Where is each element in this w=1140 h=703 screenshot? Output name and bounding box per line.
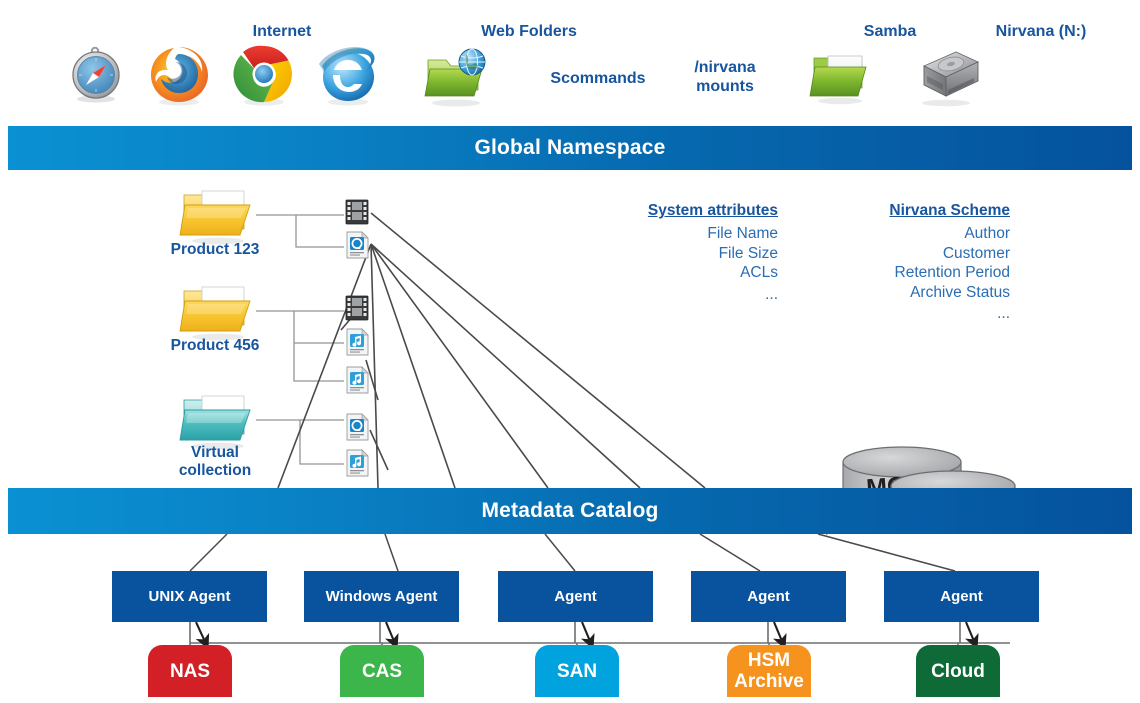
movie-file-icon[interactable] xyxy=(345,413,370,442)
attribute-item: Author xyxy=(964,225,1010,242)
storage-box-cas[interactable]: CAS xyxy=(340,645,424,697)
metadata-catalog-banner[interactable]: Metadata Catalog xyxy=(8,488,1132,534)
access-label-nirvana-drive: Nirvana (N:) xyxy=(995,23,1087,40)
agent-label: Agent xyxy=(554,588,597,605)
agent-box-windows[interactable]: Windows Agent xyxy=(304,571,459,622)
agent-box-4[interactable]: Agent xyxy=(691,571,846,622)
folder-icon-virtual-collection[interactable] xyxy=(178,390,258,452)
mp3-file-icon[interactable] xyxy=(345,449,370,478)
attribute-item: ACLs xyxy=(740,264,778,281)
global-namespace-banner[interactable]: Global Namespace xyxy=(8,126,1132,170)
virtual-collection-line2: collection xyxy=(178,462,252,479)
collection-label-virtual-collection: Virtual collection xyxy=(130,444,300,480)
storage-box-cloud[interactable]: Cloud xyxy=(916,645,1000,697)
agent-label: Agent xyxy=(747,588,790,605)
storage-label: SAN xyxy=(556,660,598,682)
storage-box-nas[interactable]: NAS xyxy=(148,645,232,697)
system-attributes-heading: System attributes xyxy=(647,202,778,219)
nirvana-mounts-line2: mounts xyxy=(696,78,754,95)
storage-label-line2: Archive xyxy=(734,671,804,692)
firefox-icon xyxy=(146,42,212,108)
samba-folder-icon xyxy=(808,48,874,106)
diagram-canvas: MCAT MCAT xyxy=(0,0,1140,703)
global-namespace-label: Global Namespace xyxy=(474,136,666,159)
attribute-item: Customer xyxy=(942,244,1010,262)
folder-icon-product-123[interactable] xyxy=(178,185,258,247)
storage-label-line1: HSM xyxy=(747,650,791,671)
collection-label-product-456: Product 456 xyxy=(170,337,260,354)
storage-label: CAS xyxy=(361,660,403,682)
collection-label-product-123: Product 123 xyxy=(170,241,260,258)
attribute-item: File Name xyxy=(707,225,778,242)
nirvana-mounts-line1: /nirvana xyxy=(694,59,756,76)
access-label-web-folders: Web Folders xyxy=(481,23,577,40)
access-label-nirvana-mounts: /nirvana mounts xyxy=(670,58,780,96)
attribute-item: Archive Status xyxy=(910,283,1010,301)
network-drive-icon xyxy=(910,46,982,108)
nirvana-scheme-heading: Nirvana Scheme xyxy=(889,202,1010,219)
storage-arrows xyxy=(195,621,979,650)
agent-label: Windows Agent xyxy=(325,588,438,605)
movie-file-icon[interactable] xyxy=(345,231,370,260)
storage-box-hsm-archive[interactable]: HSM Archive xyxy=(727,645,811,697)
attribute-item: Retention Period xyxy=(894,264,1010,281)
agent-box-3[interactable]: Agent xyxy=(498,571,653,622)
web-folder-icon xyxy=(422,44,494,108)
chrome-icon xyxy=(231,42,297,108)
access-label-scommands: Scommands xyxy=(550,70,646,87)
virtual-collection-line1: Virtual xyxy=(191,444,239,461)
attribute-ellipsis: ... xyxy=(765,285,778,303)
storage-label: Cloud xyxy=(931,660,985,682)
storage-label: NAS xyxy=(169,660,211,682)
nirvana-scheme-column: Nirvana Scheme Author Customer Retention… xyxy=(822,202,1010,324)
folder-icon-product-456[interactable] xyxy=(178,281,258,343)
metadata-catalog-label: Metadata Catalog xyxy=(481,499,659,522)
internet-explorer-icon xyxy=(314,42,382,108)
mp3-file-icon[interactable] xyxy=(345,366,370,395)
agent-label: UNIX Agent xyxy=(148,588,231,605)
access-label-internet: Internet xyxy=(252,23,312,40)
storage-box-san[interactable]: SAN xyxy=(535,645,619,697)
film-file-icon[interactable] xyxy=(344,295,370,321)
agent-box-unix[interactable]: UNIX Agent xyxy=(112,571,267,622)
film-file-icon[interactable] xyxy=(344,199,370,225)
safari-icon xyxy=(66,44,126,104)
catalog-to-agent-lines xyxy=(189,533,956,572)
attribute-ellipsis: ... xyxy=(997,305,1010,322)
system-attributes-column: System attributes File Name File Size AC… xyxy=(600,202,778,304)
attribute-item: File Size xyxy=(718,244,778,262)
agent-label: Agent xyxy=(940,588,983,605)
agent-box-5[interactable]: Agent xyxy=(884,571,1039,622)
mp3-file-icon[interactable] xyxy=(345,328,370,357)
storage-label: HSM Archive xyxy=(734,650,804,692)
access-label-samba: Samba xyxy=(863,23,917,40)
